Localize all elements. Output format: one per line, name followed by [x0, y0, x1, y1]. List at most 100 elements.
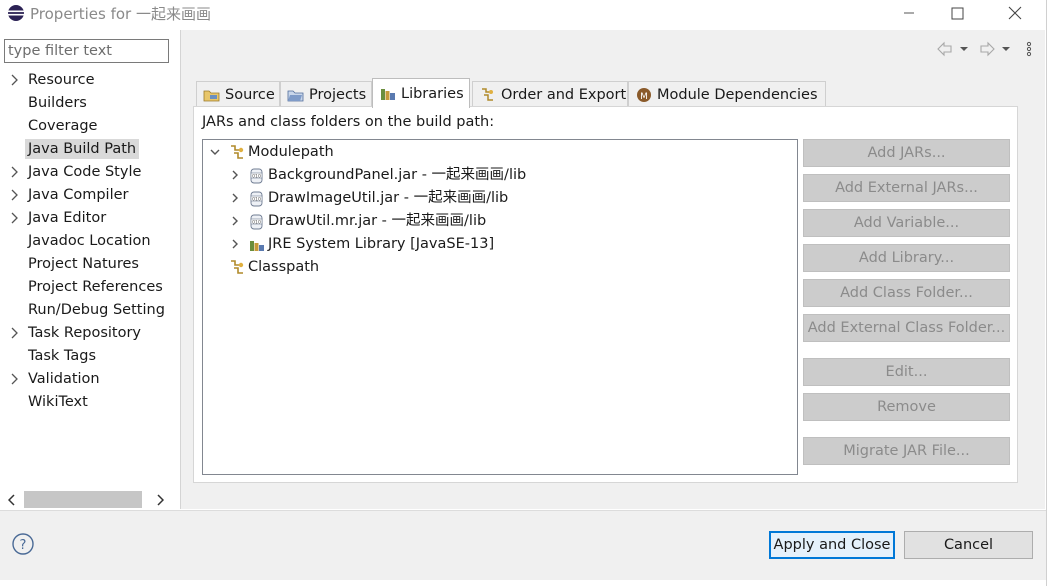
projects-folder-icon: [287, 90, 304, 101]
chevron-right-icon[interactable]: [229, 215, 241, 227]
tree-row[interactable]: Modulepath: [203, 141, 797, 164]
nav-item-label: Builders: [28, 95, 87, 111]
back-button[interactable]: [936, 40, 968, 58]
nav-item-label: Project Natures: [28, 256, 139, 272]
filter-input[interactable]: [4, 39, 169, 63]
tab-label: Module Dependencies: [657, 86, 818, 103]
edit-button[interactable]: Edit...: [803, 358, 1010, 386]
tab-label: Projects: [309, 86, 367, 103]
tree-item-label: JRE System Library [JavaSE-13]: [268, 236, 495, 252]
forward-button[interactable]: [978, 40, 1012, 58]
jar-icon: 010: [250, 168, 263, 184]
chevron-right-icon[interactable]: [229, 192, 241, 204]
scroll-left-button[interactable]: [4, 490, 20, 509]
nav-item[interactable]: Java Compiler: [0, 184, 178, 206]
nav-item-label: Java Compiler: [28, 187, 129, 203]
tree-item-label: Modulepath: [248, 144, 334, 160]
help-icon[interactable]: ?: [12, 533, 34, 555]
cancel-button[interactable]: Cancel: [904, 531, 1033, 559]
nav-item[interactable]: Project References: [0, 276, 178, 298]
nav-item[interactable]: Task Tags: [0, 345, 178, 367]
add-jars-button[interactable]: Add JARs...: [803, 139, 1010, 167]
migrate-jar-file-button[interactable]: Migrate JAR File...: [803, 437, 1010, 465]
chevron-right-icon[interactable]: [10, 188, 20, 202]
source-folder-icon: [203, 90, 220, 101]
tree-row[interactable]: 010 BackgroundPanel.jar - 一起来画画/lib: [203, 164, 797, 187]
tree-row[interactable]: 010 DrawUtil.mr.jar - 一起来画画/lib: [203, 210, 797, 233]
nav-item[interactable]: Coverage: [0, 115, 178, 137]
tab-module-dependencies[interactable]: M Module Dependencies: [628, 81, 826, 107]
tree-row[interactable]: JRE System Library [JavaSE-13]: [203, 233, 797, 256]
module-icon: M: [637, 87, 651, 102]
minimize-button[interactable]: [886, 0, 932, 26]
chevron-right-icon[interactable]: [10, 372, 20, 386]
svg-text:M: M: [640, 92, 648, 102]
tree-row[interactable]: Classpath: [203, 256, 797, 279]
scroll-right-button[interactable]: [152, 490, 168, 509]
svg-text:?: ?: [20, 538, 27, 553]
nav-item-label: Project References: [28, 279, 163, 295]
jre-library-icon: [250, 241, 264, 251]
close-button[interactable]: [992, 0, 1038, 26]
chevron-left-icon: [8, 493, 15, 506]
nav-item[interactable]: Java Code Style: [0, 161, 178, 183]
tab-libraries[interactable]: Libraries: [372, 78, 470, 108]
add-variable-button[interactable]: Add Variable...: [803, 209, 1010, 237]
nav-item-label: WikiText: [28, 394, 88, 410]
nav-item-label: Java Editor: [28, 210, 107, 226]
nav-item[interactable]: Java Editor: [0, 207, 178, 229]
tab-projects[interactable]: Projects: [280, 81, 372, 107]
tree-row[interactable]: 010 DrawImageUtil.jar - 一起来画画/lib: [203, 187, 797, 210]
add-class-folder-button[interactable]: Add Class Folder...: [803, 279, 1010, 307]
nav-item[interactable]: Java Build Path: [0, 138, 178, 160]
nav-item[interactable]: Builders: [0, 92, 178, 114]
jar-icon: 010: [250, 191, 263, 207]
svg-text:010: 010: [252, 219, 261, 225]
nav-item-label: Javadoc Location: [28, 233, 151, 249]
tree-item-label: DrawUtil.mr.jar - 一起来画画/lib: [268, 213, 487, 229]
chevron-right-icon[interactable]: [10, 211, 20, 225]
nav-item-label: Java Build Path: [25, 139, 140, 159]
chevron-right-icon[interactable]: [229, 169, 241, 181]
tree-item-label: Classpath: [248, 259, 320, 275]
tree-item-label: DrawImageUtil.jar - 一起来画画/lib: [268, 190, 509, 206]
jar-icon: 010: [250, 214, 263, 230]
add-external-jars-button[interactable]: Add External JARs...: [803, 174, 1010, 202]
nav-item[interactable]: Task Repository: [0, 322, 178, 344]
classpath-icon: [231, 260, 244, 274]
chevron-right-icon[interactable]: [10, 326, 20, 340]
horizontal-scrollbar[interactable]: [4, 490, 171, 509]
nav-item[interactable]: Validation: [0, 368, 178, 390]
back-arrow-icon: [937, 41, 968, 57]
minimize-icon: [904, 12, 914, 14]
nav-item-label: Resource: [28, 72, 95, 88]
nav-item[interactable]: Javadoc Location: [0, 230, 178, 252]
close-icon: [1008, 6, 1022, 20]
apply-and-close-button[interactable]: Apply and Close: [769, 531, 895, 559]
nav-item[interactable]: WikiText: [0, 391, 178, 413]
tab-source[interactable]: Source: [196, 81, 280, 107]
nav-item[interactable]: Project Natures: [0, 253, 178, 275]
window-title: Properties for 一起来画画: [30, 5, 211, 23]
remove-button[interactable]: Remove: [803, 393, 1010, 421]
maximize-button[interactable]: [934, 0, 980, 26]
scroll-thumb[interactable]: [24, 491, 142, 508]
nav-item[interactable]: Run/Debug Setting: [0, 299, 178, 321]
chevron-right-icon[interactable]: [10, 165, 20, 179]
tab-order-and-export[interactable]: Order and Export: [472, 81, 628, 107]
chevron-down-icon[interactable]: [209, 146, 221, 158]
eclipse-icon: [8, 5, 24, 21]
order-export-icon: [482, 87, 493, 101]
add-external-class-folder-button[interactable]: Add External Class Folder...: [803, 314, 1010, 342]
view-menu-button[interactable]: [1024, 40, 1034, 58]
svg-text:010: 010: [252, 196, 261, 202]
nav-item-label: Java Code Style: [28, 164, 142, 180]
chevron-right-icon[interactable]: [229, 238, 241, 250]
nav-item[interactable]: Resource: [0, 69, 178, 91]
chevron-right-icon: [157, 493, 164, 506]
window-edge: [1046, 0, 1052, 586]
chevron-right-icon[interactable]: [10, 73, 20, 87]
add-library-button[interactable]: Add Library...: [803, 244, 1010, 272]
build-path-tree[interactable]: Modulepath 010 BackgroundPanel.jar - 一起来画画…: [202, 139, 798, 475]
modulepath-icon: [231, 145, 244, 159]
